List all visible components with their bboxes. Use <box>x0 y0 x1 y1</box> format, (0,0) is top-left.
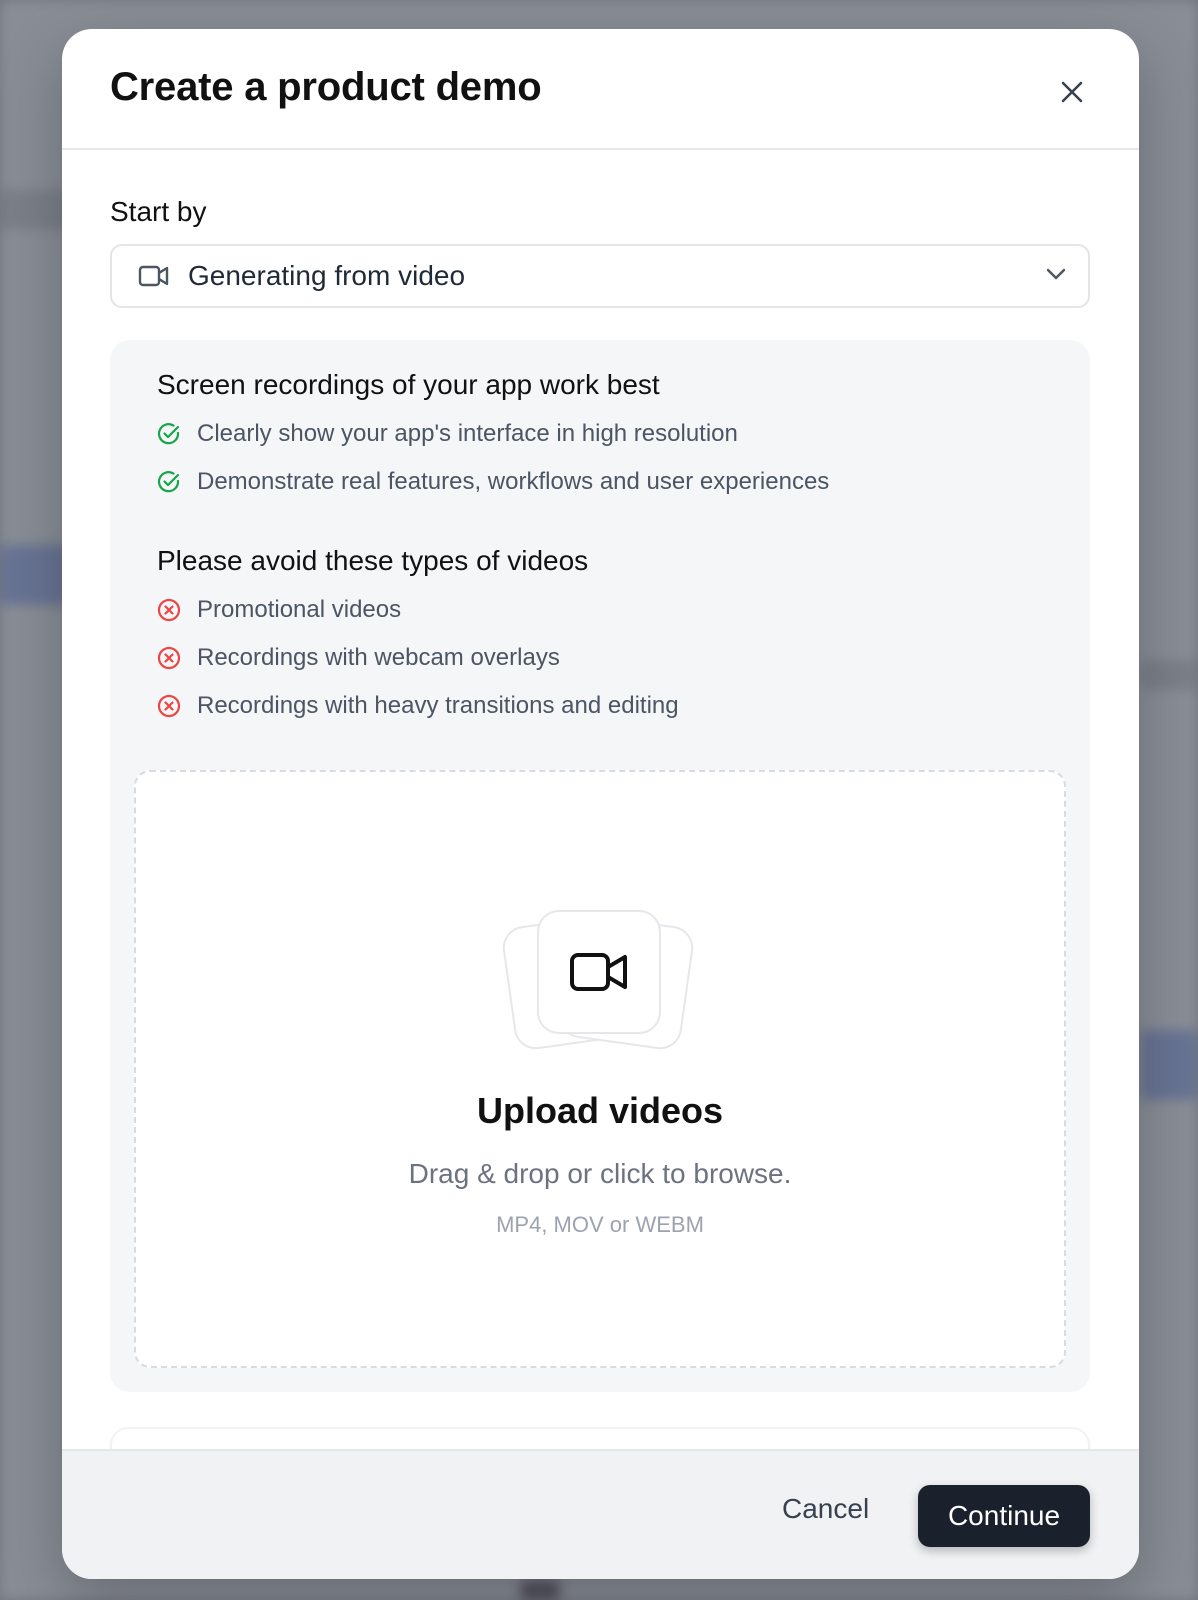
continue-button[interactable]: Continue <box>918 1485 1090 1547</box>
dialog-footer: Cancel Continue <box>62 1449 1139 1579</box>
check-circle-icon <box>157 470 181 494</box>
x-circle-icon <box>157 598 181 622</box>
check-circle-icon <box>157 422 181 446</box>
guideline-text: Recordings with heavy transitions and ed… <box>197 692 679 719</box>
dialog-body: Start by Generating from video Screen re… <box>62 196 1139 1392</box>
close-button[interactable] <box>1055 75 1089 109</box>
video-guidelines-panel: Screen recordings of your app work best … <box>110 340 1090 1392</box>
x-circle-icon <box>157 646 181 670</box>
list-item: Clearly show your app's interface in hig… <box>157 420 738 448</box>
list-item: Recordings with webcam overlays <box>157 644 560 672</box>
x-circle-icon <box>157 694 181 718</box>
list-item: Demonstrate real features, workflows and… <box>157 468 829 496</box>
guideline-text: Clearly show your app's interface in hig… <box>197 420 738 447</box>
upload-instructions: Drag & drop or click to browse. <box>408 1158 792 1189</box>
guideline-text: Recordings with webcam overlays <box>197 644 560 671</box>
video-upload-dropzone[interactable]: Upload videos Drag & drop or click to br… <box>134 770 1066 1368</box>
avoid-videos-heading: Please avoid these types of videos <box>157 545 589 576</box>
cancel-button[interactable]: Cancel <box>782 1493 869 1525</box>
upload-title: Upload videos <box>476 1090 724 1131</box>
start-by-select[interactable]: Generating from video <box>110 244 1090 308</box>
dialog-header: Create a product demo <box>62 29 1139 150</box>
good-videos-heading: Screen recordings of your app work best <box>157 369 660 400</box>
guideline-text: Promotional videos <box>197 596 402 623</box>
start-by-value: Generating from video <box>188 260 466 291</box>
chevron-down-icon <box>1046 267 1066 286</box>
guideline-text: Demonstrate real features, workflows and… <box>197 468 830 495</box>
list-item: Promotional videos <box>157 596 401 624</box>
dialog-title: Create a product demo <box>110 65 542 109</box>
video-camera-icon <box>138 265 170 287</box>
video-camera-icon <box>570 953 627 991</box>
close-icon <box>1061 81 1083 103</box>
upload-illustration <box>499 910 697 1053</box>
upload-formats: MP4, MOV or WEBM <box>496 1212 704 1237</box>
list-item: Recordings with heavy transitions and ed… <box>157 692 679 720</box>
start-by-label: Start by <box>110 196 207 227</box>
create-demo-dialog: Create a product demo Start by Generatin… <box>62 29 1139 1579</box>
